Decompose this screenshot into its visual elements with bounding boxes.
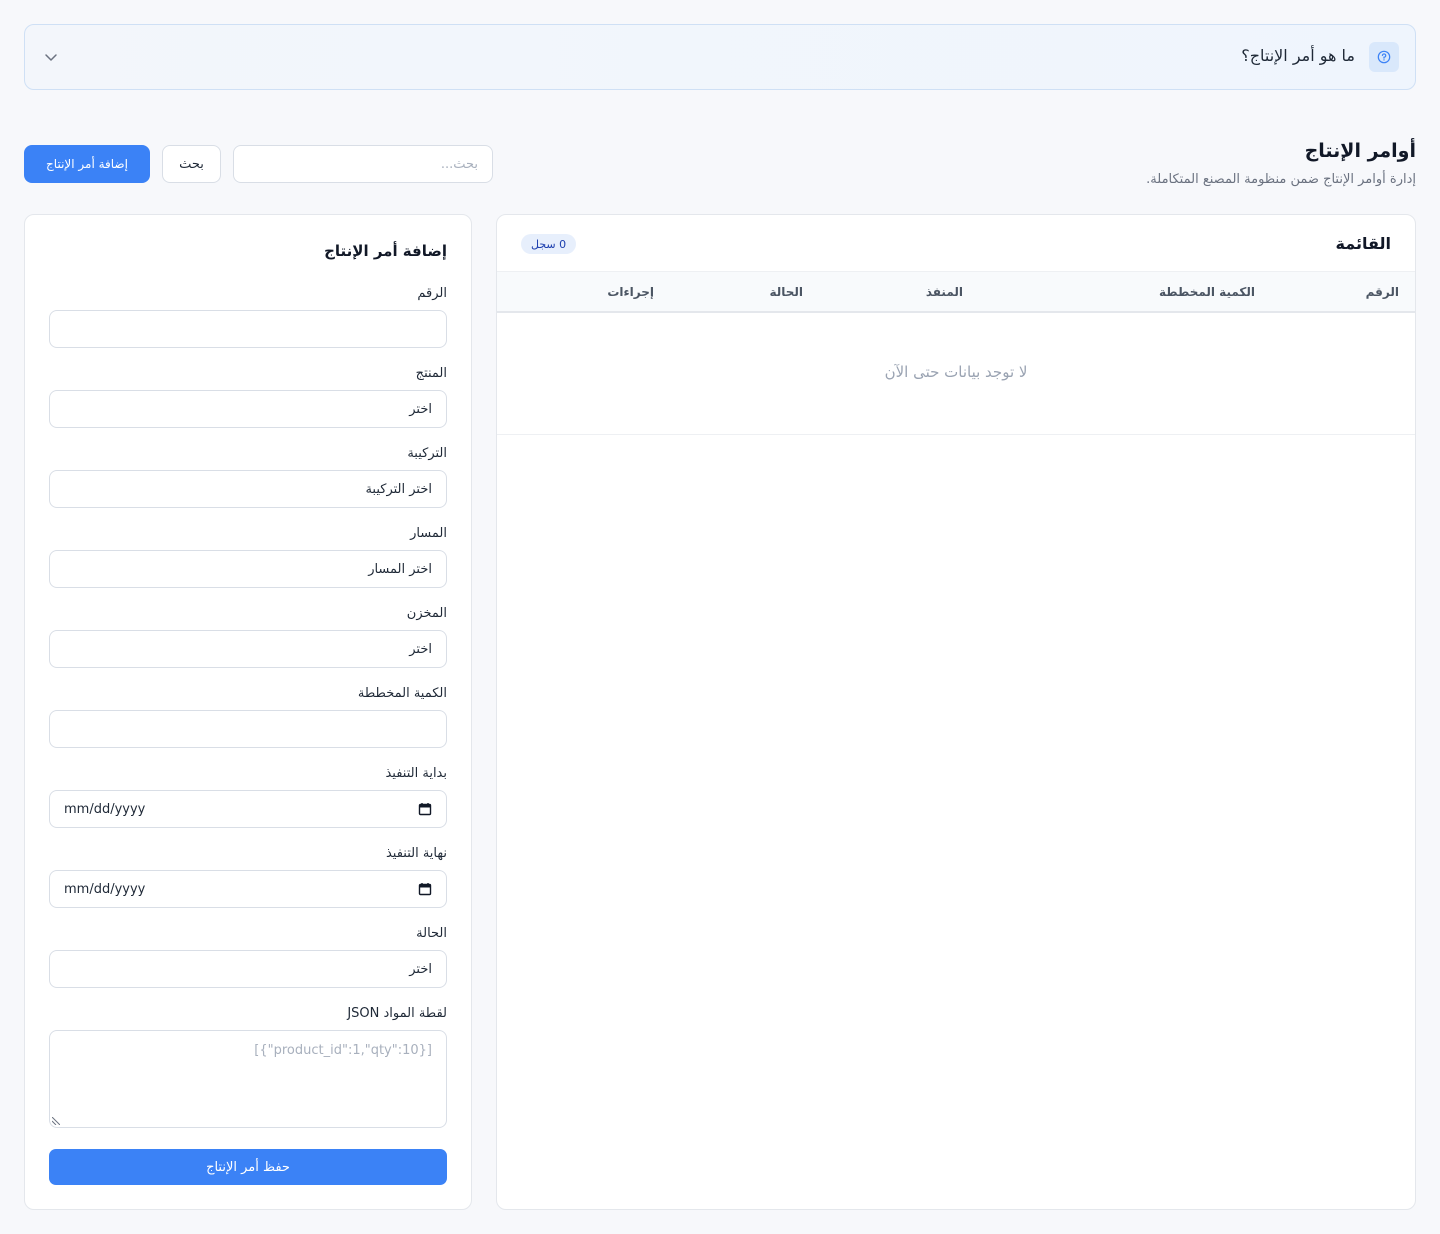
list-panel: القائمة 0 سجل الرقم الكمية المخططة المنف…	[496, 214, 1416, 1210]
search-button[interactable]: بحث	[162, 145, 221, 183]
materials-json-placeholder: [{"product_id":1,"qty":10}]	[254, 1043, 432, 1058]
product-label: المنتج	[415, 366, 447, 381]
start-date-value: mm/dd/yyyy	[64, 801, 146, 817]
form-title: إضافة أمر الإنتاج	[324, 242, 447, 260]
help-banner[interactable]: ما هو أمر الإنتاج؟	[24, 24, 1416, 90]
materials-json-textarea[interactable]: [{"product_id":1,"qty":10}]	[49, 1030, 447, 1128]
product-select-value: اختر	[409, 401, 432, 417]
start-date-input[interactable]: mm/dd/yyyy	[49, 790, 447, 828]
column-header-executor[interactable]: المنفذ	[926, 285, 963, 299]
calendar-icon[interactable]	[418, 882, 432, 896]
table-header: الرقم الكمية المخططة المنفذ الحالة إجراء…	[497, 271, 1415, 313]
column-header-actions: إجراءات	[607, 285, 654, 299]
save-order-button[interactable]: حفظ أمر الإنتاج	[49, 1149, 447, 1185]
column-header-number[interactable]: الرقم	[1366, 285, 1399, 299]
empty-state-text: لا توجد بيانات حتى الآن	[884, 363, 1028, 381]
number-label: الرقم	[417, 286, 447, 301]
warehouse-select-value: اختر	[409, 641, 432, 657]
materials-json-label: لقطة المواد JSON	[347, 1006, 447, 1021]
chevron-down-icon[interactable]	[43, 49, 59, 65]
page-subtitle: إدارة أوامر الإنتاج ضمن منظومة المصنع ال…	[1146, 172, 1416, 187]
status-select[interactable]: اختر	[49, 950, 447, 988]
start-date-label: بداية التنفيذ	[385, 766, 447, 781]
column-header-status[interactable]: الحالة	[769, 285, 803, 299]
record-count-badge: 0 سجل	[521, 234, 577, 254]
end-date-value: mm/dd/yyyy	[64, 881, 146, 897]
planned-quantity-input[interactable]	[49, 710, 447, 748]
end-date-input[interactable]: mm/dd/yyyy	[49, 870, 447, 908]
formula-select-value: اختر التركيبة	[365, 481, 432, 497]
table-empty-row: لا توجد بيانات حتى الآن	[497, 313, 1415, 435]
add-order-form: إضافة أمر الإنتاج الرقم المنتج اختر التر…	[24, 214, 472, 1210]
number-input[interactable]	[49, 310, 447, 348]
list-title: القائمة	[1335, 234, 1391, 253]
calendar-icon[interactable]	[418, 802, 432, 816]
formula-label: التركيبة	[407, 446, 447, 461]
add-production-order-button[interactable]: إضافة أمر الإنتاج	[24, 145, 150, 183]
warehouse-select[interactable]: اختر	[49, 630, 447, 668]
route-select-value: اختر المسار	[368, 561, 432, 577]
status-label: الحالة	[416, 926, 447, 941]
search-input[interactable]	[233, 145, 493, 183]
route-label: المسار	[410, 526, 447, 541]
help-title: ما هو أمر الإنتاج؟	[1241, 46, 1355, 65]
page-title: أوامر الإنتاج	[1304, 140, 1416, 162]
route-select[interactable]: اختر المسار	[49, 550, 447, 588]
question-circle-icon	[1369, 42, 1399, 72]
product-select[interactable]: اختر	[49, 390, 447, 428]
planned-quantity-label: الكمية المخططة	[357, 686, 447, 701]
formula-select[interactable]: اختر التركيبة	[49, 470, 447, 508]
warehouse-label: المخزن	[406, 606, 447, 621]
end-date-label: نهاية التنفيذ	[385, 846, 447, 861]
column-header-planned-quantity[interactable]: الكمية المخططة	[1159, 285, 1255, 299]
resize-handle-icon[interactable]	[52, 1117, 60, 1125]
status-select-value: اختر	[409, 961, 432, 977]
